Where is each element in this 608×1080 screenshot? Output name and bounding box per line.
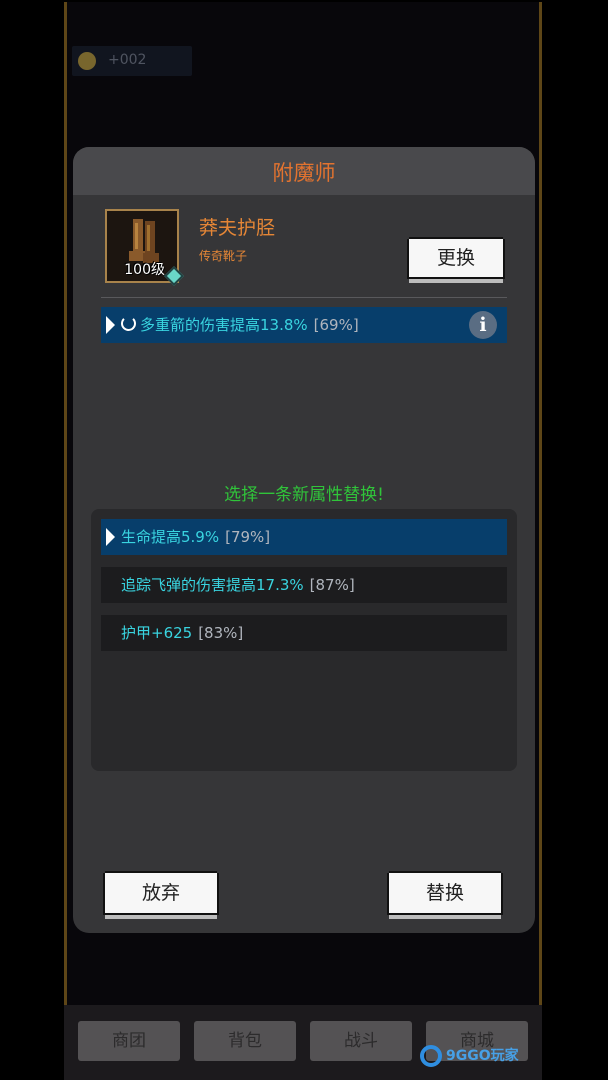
- option-percent: [79%]: [225, 528, 271, 546]
- option-text: 生命提高5.9%: [121, 528, 220, 546]
- item-name: 莽夫护胫: [199, 217, 276, 239]
- watermark: 9GGO玩家: [420, 1042, 534, 1070]
- nav-battle-button[interactable]: 战斗: [310, 1021, 412, 1061]
- item-slot[interactable]: 100级: [105, 209, 184, 286]
- option-percent: [83%]: [198, 624, 244, 642]
- item-level: 100级: [124, 262, 165, 278]
- nav-bag-button[interactable]: 背包: [194, 1021, 296, 1061]
- enchanter-dialog: 附魔师 100级 莽夫护胫 传奇靴子 更换 多重箭的伤害提高13.8% [69%]…: [73, 147, 535, 933]
- option-percent: [87%]: [309, 576, 355, 594]
- divider: [101, 297, 507, 298]
- info-icon[interactable]: i: [469, 311, 497, 339]
- current-attribute-row[interactable]: 多重箭的伤害提高13.8% [69%] i: [101, 307, 507, 343]
- options-panel: 生命提高5.9% [79%] 追踪飞弹的伤害提高17.3% [87%] 护甲+625…: [91, 509, 517, 771]
- nav-guild-button[interactable]: 商团: [78, 1021, 180, 1061]
- watermark-text: 9GGO玩家: [446, 1048, 519, 1064]
- selection-arrow-icon: [106, 316, 115, 334]
- change-item-button[interactable]: 更换: [409, 239, 503, 279]
- current-attribute-text: 多重箭的伤害提高13.8%: [140, 316, 308, 334]
- option-row[interactable]: 生命提高5.9% [79%]: [101, 519, 507, 555]
- watermark-logo-icon: [420, 1045, 442, 1067]
- refresh-icon: [121, 316, 136, 331]
- coin-icon: [78, 52, 96, 70]
- dialog-header: 附魔师: [73, 147, 535, 195]
- coin-amount: +002: [108, 52, 147, 68]
- coin-counter: +002: [72, 46, 192, 76]
- dialog-title: 附魔师: [272, 161, 336, 185]
- confirm-replace-button[interactable]: 替换: [389, 873, 501, 915]
- current-attribute-percent: [69%]: [313, 316, 359, 334]
- option-row[interactable]: 护甲+625 [83%]: [101, 615, 507, 651]
- replace-prompt: 选择一条新属性替换!: [224, 485, 384, 505]
- selection-arrow-icon: [106, 528, 115, 546]
- option-text: 护甲+625: [121, 624, 193, 642]
- item-type: 传奇靴子: [199, 249, 248, 263]
- option-text: 追踪飞弹的伤害提高17.3%: [121, 576, 304, 594]
- option-row[interactable]: 追踪飞弹的伤害提高17.3% [87%]: [101, 567, 507, 603]
- abandon-button[interactable]: 放弃: [105, 873, 217, 915]
- gem-icon: [164, 266, 184, 286]
